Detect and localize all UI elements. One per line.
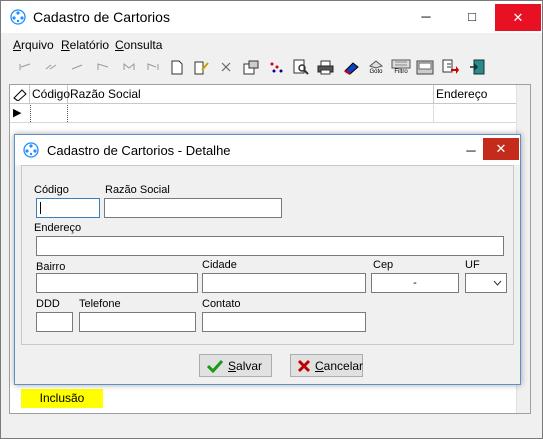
window-title: Cadastro de Cartorios [33, 9, 170, 25]
chevron-down-icon [493, 280, 502, 286]
cidade-field[interactable] [202, 273, 366, 293]
app-icon [23, 142, 39, 158]
text-cursor [40, 202, 41, 214]
previous-page-icon[interactable] [41, 58, 61, 76]
goto-icon[interactable]: Goto [365, 58, 387, 76]
status-mode-badge: Inclusão [21, 389, 103, 408]
ddd-field[interactable] [36, 312, 73, 332]
close-button[interactable]: ✕ [495, 4, 541, 31]
properties-icon[interactable] [241, 58, 261, 76]
endereco-field[interactable] [36, 236, 504, 256]
dialog-footer: Salvar Cancelar [21, 347, 514, 383]
codigo-label: Código [34, 184, 69, 196]
column-header-razao-social[interactable]: Razão Social [68, 85, 434, 104]
exit-icon[interactable] [467, 58, 487, 76]
main-titlebar[interactable]: Cadastro de Cartorios ─ □ ✕ [1, 1, 542, 33]
new-document-icon[interactable] [167, 58, 187, 76]
dialog-title: Cadastro de Cartorios - Detalhe [47, 143, 231, 158]
checkmark-icon [206, 357, 224, 375]
search-icon[interactable] [291, 58, 311, 76]
endereco-label: Endereço [34, 222, 82, 234]
folder-icon[interactable] [415, 58, 435, 76]
grid-cell-razao-social[interactable] [68, 105, 434, 122]
telefone-label: Telefone [79, 298, 121, 310]
cancel-button[interactable]: Cancelar [290, 354, 363, 377]
cep-label: Cep [373, 259, 394, 271]
export-icon[interactable] [441, 58, 461, 76]
form-panel: Código Razão Social Endereço Bairro Cida… [21, 165, 514, 345]
dialog-minimize-button[interactable]: ─ [459, 139, 483, 161]
grid-edit-icon [10, 85, 30, 104]
edit-icon[interactable] [191, 58, 211, 76]
maximize-button[interactable]: □ [449, 1, 495, 32]
menu-relatorio[interactable]: Relatório [61, 38, 109, 52]
delete-icon[interactable] [216, 58, 236, 76]
book-icon[interactable] [341, 58, 361, 76]
telefone-field[interactable] [79, 312, 196, 332]
menu-arquivo[interactable]: Arquivo [13, 38, 54, 52]
current-row-indicator: ▶ [13, 107, 22, 119]
menu-consulta[interactable]: Consulta [115, 38, 162, 52]
detail-dialog: Cadastro de Cartorios - Detalhe ─ ✕ Códi… [14, 134, 521, 385]
minimize-button[interactable]: ─ [403, 1, 449, 32]
column-header-codigo[interactable]: Código [30, 85, 70, 104]
cep-field[interactable]: - [371, 273, 459, 293]
filter-button-icon[interactable]: Filtro [389, 58, 413, 76]
print-icon[interactable] [315, 58, 335, 76]
bairro-label: Bairro [36, 261, 66, 273]
filter-icon[interactable] [266, 58, 286, 76]
razao-social-field[interactable] [104, 198, 282, 218]
last-record-icon[interactable] [143, 58, 163, 76]
contato-label: Contato [202, 298, 241, 310]
razao-social-label: Razão Social [105, 184, 170, 196]
grid-cell-codigo[interactable] [30, 105, 68, 122]
dialog-close-button[interactable]: ✕ [483, 138, 519, 160]
uf-select[interactable] [465, 273, 507, 293]
grid-header: Código Razão Social Endereço [10, 85, 530, 104]
uf-label: UF [465, 259, 480, 271]
save-button[interactable]: Salvar [199, 354, 272, 377]
cancel-x-icon [297, 357, 311, 375]
column-header-endereco[interactable]: Endereço [434, 85, 516, 104]
toolbar: Goto Filtro [1, 54, 542, 80]
previous-record-icon[interactable] [67, 58, 87, 76]
codigo-field[interactable] [36, 198, 100, 218]
next-record-icon[interactable] [93, 58, 113, 76]
contato-field[interactable] [202, 312, 366, 332]
cidade-label: Cidade [202, 259, 237, 271]
next-page-icon[interactable] [119, 58, 139, 76]
first-record-icon[interactable] [15, 58, 35, 76]
dialog-titlebar[interactable]: Cadastro de Cartorios - Detalhe ─ ✕ [15, 135, 520, 165]
ddd-label: DDD [36, 298, 60, 310]
app-icon [10, 9, 26, 25]
bairro-field[interactable] [36, 273, 198, 293]
table-row[interactable]: ▶ [10, 105, 530, 123]
menu-bar: Arquivo Relatório Consulta [1, 34, 542, 54]
